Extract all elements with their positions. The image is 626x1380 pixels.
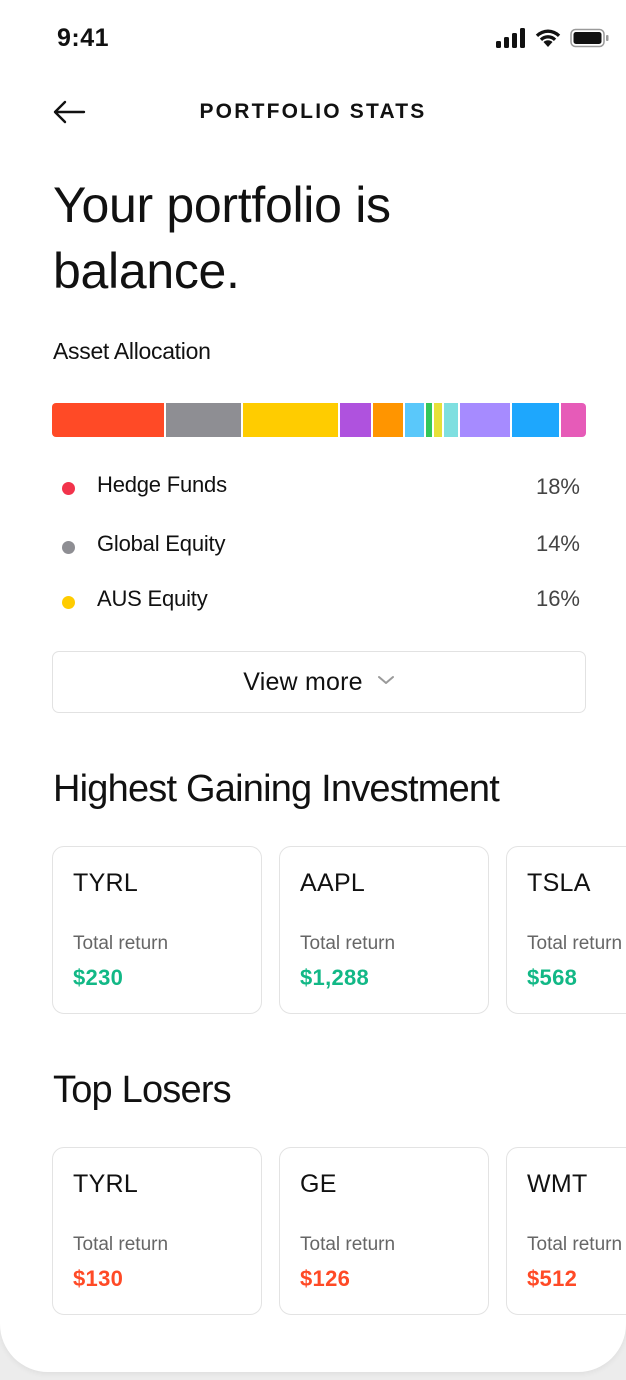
card-value: $1,288 [300, 965, 370, 990]
phone-screen: 9:41 PORTFOLIO STATS Your portfolio is b… [0, 0, 626, 1372]
status-bar: 9:41 [0, 0, 626, 80]
view-more-label: View more [243, 667, 363, 696]
legend-percent: 18% [535, 474, 580, 499]
gainer-card[interactable]: TYRL Total return $230 [52, 846, 262, 1014]
losers-title: Top Losers [53, 1069, 232, 1111]
card-value: $230 [73, 965, 124, 990]
card-label: Total return [300, 933, 396, 954]
allocation-segment [433, 403, 445, 437]
card-ticker: WMT [527, 1170, 588, 1198]
card-label: Total return [527, 933, 623, 954]
legend-percent: 14% [535, 531, 580, 556]
card-ticker: TYRL [73, 869, 139, 897]
allocation-segment [242, 403, 340, 437]
allocation-segment [339, 403, 373, 437]
card-ticker: TYRL [73, 1170, 139, 1198]
loser-card[interactable]: TYRL Total return $130 [52, 1147, 262, 1315]
legend-name: AUS Equity [97, 586, 208, 611]
allocation-legend: Hedge Funds 18% Global Equity 14% AUS Eq… [52, 462, 586, 631]
card-value: $130 [73, 1266, 124, 1291]
card-ticker: GE [300, 1170, 337, 1198]
card-label: Total return [73, 1234, 169, 1255]
legend-dot [62, 541, 75, 554]
chevron-down-icon [377, 673, 395, 691]
card-value: $126 [300, 1266, 351, 1291]
allocation-segment [166, 403, 243, 437]
asset-allocation-label: Asset Allocation [53, 338, 211, 364]
loser-card[interactable]: GE Total return $126 [279, 1147, 489, 1315]
legend-row-aus-equity: AUS Equity 16% [52, 576, 586, 631]
card-value: $512 [527, 1266, 578, 1291]
signal-bars-icon [496, 28, 526, 53]
card-label: Total return [527, 1234, 623, 1255]
allocation-segment [561, 403, 586, 437]
headline: Your portfolio is balance. [53, 177, 391, 299]
view-more-button[interactable]: View more [52, 651, 586, 713]
allocation-segment [372, 403, 405, 437]
status-icons [496, 28, 610, 53]
legend-dot [62, 596, 75, 609]
card-ticker: TSLA [527, 869, 591, 897]
legend-row-hedge-funds: Hedge Funds 18% [52, 462, 586, 521]
legend-row-global-equity: Global Equity 14% [52, 521, 586, 576]
allocation-segment [404, 403, 426, 437]
card-ticker: AAPL [300, 869, 366, 897]
status-time: 9:41 [57, 24, 110, 52]
top-nav: PORTFOLIO STATS [0, 88, 626, 140]
allocation-segment [444, 403, 461, 437]
gainer-card[interactable]: TSLA Total return $568 [506, 846, 626, 1014]
allocation-segment [512, 403, 562, 437]
losers-carousel[interactable]: TYRL Total return $130 GE Total return $… [52, 1147, 626, 1317]
loser-card[interactable]: WMT Total return $512 [506, 1147, 626, 1315]
gainers-carousel[interactable]: TYRL Total return $230 AAPL Total return… [52, 846, 626, 1016]
gainers-title: Highest Gaining Investment [53, 768, 500, 810]
legend-percent: 16% [535, 586, 580, 611]
wifi-icon [534, 28, 562, 53]
allocation-segment [460, 403, 513, 437]
allocation-segment [52, 403, 167, 437]
allocation-segment [425, 403, 434, 437]
legend-dot [62, 482, 75, 495]
card-label: Total return [73, 933, 169, 954]
card-value: $568 [527, 965, 578, 990]
gainer-card[interactable]: AAPL Total return $1,288 [279, 846, 489, 1014]
legend-name: Global Equity [97, 531, 226, 556]
legend-name: Hedge Funds [97, 472, 227, 497]
card-label: Total return [300, 1234, 396, 1255]
allocation-bar [52, 403, 586, 437]
battery-icon [570, 28, 610, 53]
page-title: PORTFOLIO STATS [199, 100, 427, 123]
